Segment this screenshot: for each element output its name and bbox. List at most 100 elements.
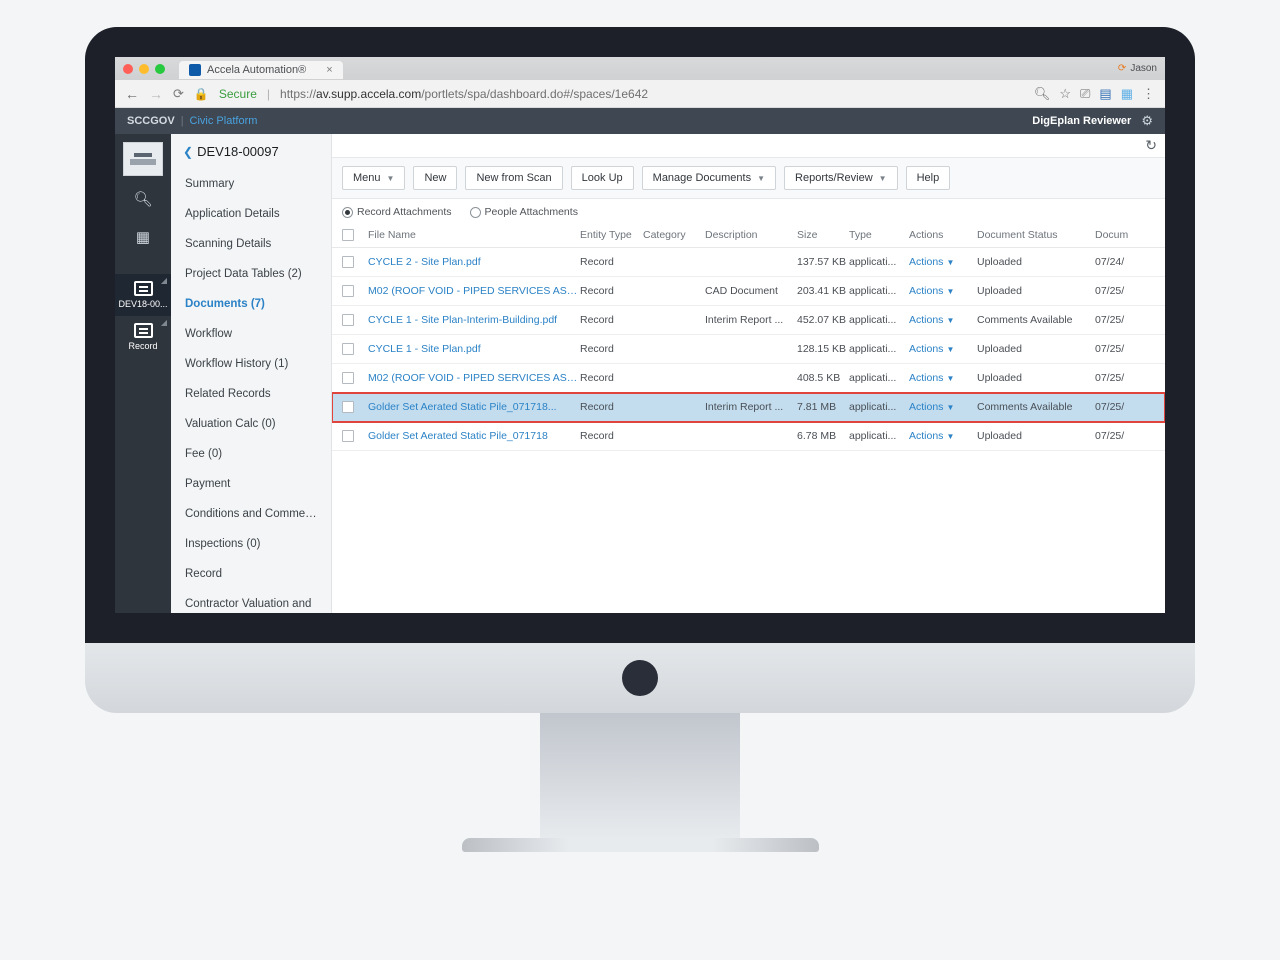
- back-chevron-icon[interactable]: ❮: [183, 145, 193, 159]
- profile-name: Jason: [1130, 63, 1157, 74]
- table-row[interactable]: Golder Set Aerated Static Pile_071718Rec…: [332, 422, 1165, 451]
- sync-icon: ⟳: [1118, 63, 1126, 74]
- row-actions-menu[interactable]: Actions▼: [909, 256, 977, 268]
- manage-documents-button[interactable]: Manage Documents▼: [642, 166, 776, 190]
- table-row[interactable]: CYCLE 1 - Site Plan-Interim-Building.pdf…: [332, 306, 1165, 335]
- col-category[interactable]: Category: [643, 229, 705, 241]
- reload-icon[interactable]: ⟳: [173, 86, 184, 102]
- sidebar-item[interactable]: Scanning Details: [171, 229, 331, 259]
- search-in-page-icon[interactable]: 🔍︎: [1034, 86, 1051, 102]
- gear-icon[interactable]: ⚙: [1141, 113, 1153, 129]
- new-button[interactable]: New: [413, 166, 457, 190]
- row-checkbox[interactable]: [342, 285, 354, 297]
- cast-icon[interactable]: ⎚: [1080, 86, 1090, 102]
- rail-search-icon[interactable]: 🔍︎: [115, 180, 171, 218]
- file-link[interactable]: M02 (ROOF VOID - PIPED SERVICES AS FI...: [368, 372, 580, 384]
- sidebar-item[interactable]: Workflow: [171, 319, 331, 349]
- row-actions-menu[interactable]: Actions▼: [909, 401, 977, 413]
- row-actions-menu[interactable]: Actions▼: [909, 430, 977, 442]
- sidebar-item[interactable]: Workflow History (1): [171, 349, 331, 379]
- new-from-scan-button[interactable]: New from Scan: [465, 166, 562, 190]
- file-link[interactable]: CYCLE 1 - Site Plan-Interim-Building.pdf: [368, 314, 580, 326]
- table-row[interactable]: M02 (ROOF VOID - PIPED SERVICES AS DE...…: [332, 277, 1165, 306]
- sidebar-item[interactable]: Application Details: [171, 199, 331, 229]
- file-link[interactable]: Golder Set Aerated Static Pile_071718: [368, 430, 580, 442]
- sidebar-item[interactable]: Record: [171, 559, 331, 589]
- row-actions-menu[interactable]: Actions▼: [909, 372, 977, 384]
- sidebar-item[interactable]: Documents (7): [171, 289, 331, 319]
- sidebar-item[interactable]: Summary: [171, 169, 331, 199]
- col-file[interactable]: File Name: [368, 229, 580, 241]
- table-row[interactable]: CYCLE 1 - Site Plan.pdfRecord128.15 KBap…: [332, 335, 1165, 364]
- extension-icon[interactable]: ▤: [1099, 86, 1111, 102]
- table-row[interactable]: M02 (ROOF VOID - PIPED SERVICES AS FI...…: [332, 364, 1165, 393]
- row-checkbox[interactable]: [342, 314, 354, 326]
- col-actions[interactable]: Actions: [909, 229, 977, 241]
- rail-card-record-1[interactable]: ◢ DEV18-00...: [115, 274, 171, 316]
- row-checkbox[interactable]: [342, 256, 354, 268]
- document-icon: [134, 281, 153, 296]
- record-sidebar: ❮ DEV18-00097 SummaryApplication Details…: [171, 134, 332, 613]
- lookup-button[interactable]: Look Up: [571, 166, 634, 190]
- window-traffic-lights[interactable]: [123, 64, 165, 74]
- table-row[interactable]: Golder Set Aerated Static Pile_071718...…: [332, 393, 1165, 422]
- row-checkbox[interactable]: [342, 343, 354, 355]
- row-checkbox[interactable]: [342, 430, 354, 442]
- file-link[interactable]: M02 (ROOF VOID - PIPED SERVICES AS DE...: [368, 285, 580, 297]
- sidebar-item[interactable]: Contractor Valuation and: [171, 589, 331, 613]
- row-checkbox[interactable]: [342, 401, 354, 413]
- menu-button[interactable]: Menu▼: [342, 166, 405, 190]
- menu-overflow-icon[interactable]: ⋮: [1142, 86, 1155, 102]
- reports-review-button[interactable]: Reports/Review▼: [784, 166, 898, 190]
- row-checkbox[interactable]: [342, 372, 354, 384]
- file-link[interactable]: CYCLE 1 - Site Plan.pdf: [368, 343, 580, 355]
- browser-profile[interactable]: ⟳ Jason: [1118, 63, 1157, 74]
- platform-link[interactable]: Civic Platform: [190, 115, 258, 127]
- select-all-checkbox[interactable]: [342, 229, 354, 241]
- help-button[interactable]: Help: [906, 166, 951, 190]
- maximize-window-icon[interactable]: [155, 64, 165, 74]
- minimize-window-icon[interactable]: [139, 64, 149, 74]
- table-row[interactable]: CYCLE 2 - Site Plan.pdfRecord137.57 KBap…: [332, 248, 1165, 277]
- extension2-icon[interactable]: ▦: [1121, 86, 1133, 102]
- record-id: DEV18-00097: [197, 144, 279, 159]
- sidebar-item[interactable]: Related Records: [171, 379, 331, 409]
- col-type[interactable]: Type: [849, 229, 909, 241]
- back-icon[interactable]: ←: [125, 86, 139, 102]
- close-window-icon[interactable]: [123, 64, 133, 74]
- rail-card-record-2[interactable]: ◢ Record: [115, 316, 171, 358]
- sidebar-item[interactable]: Valuation Calc (0): [171, 409, 331, 439]
- status-cell: Uploaded: [977, 343, 1095, 355]
- refresh-icon[interactable]: ↻: [1145, 137, 1157, 154]
- url-display[interactable]: https://av.supp.accela.com/portlets/spa/…: [280, 87, 648, 101]
- forward-icon[interactable]: →: [149, 86, 163, 102]
- row-actions-menu[interactable]: Actions▼: [909, 343, 977, 355]
- browser-address-bar: ← → ⟳ 🔒 Secure | https://av.supp.accela.…: [115, 80, 1165, 108]
- people-attachments-radio[interactable]: People Attachments: [470, 206, 578, 218]
- row-actions-menu[interactable]: Actions▼: [909, 314, 977, 326]
- col-description[interactable]: Description: [705, 229, 797, 241]
- sidebar-item[interactable]: Conditions and Comments (0): [171, 499, 331, 529]
- sidebar-item[interactable]: Inspections (0): [171, 529, 331, 559]
- browser-tab[interactable]: Accela Automation® ×: [179, 61, 343, 79]
- col-entity[interactable]: Entity Type: [580, 229, 643, 241]
- sidebar-item[interactable]: Project Data Tables (2): [171, 259, 331, 289]
- rail-home-icon[interactable]: [123, 142, 163, 176]
- col-date[interactable]: Docum: [1095, 229, 1143, 241]
- close-tab-icon[interactable]: ×: [326, 64, 332, 76]
- table-header-row: File Name Entity Type Category Descripti…: [332, 222, 1165, 248]
- file-link[interactable]: CYCLE 2 - Site Plan.pdf: [368, 256, 580, 268]
- rail-apps-icon[interactable]: ▦: [115, 218, 171, 256]
- row-actions-menu[interactable]: Actions▼: [909, 285, 977, 297]
- file-link[interactable]: Golder Set Aerated Static Pile_071718...: [368, 401, 580, 413]
- col-status[interactable]: Document Status: [977, 229, 1095, 241]
- date-cell: 07/25/: [1095, 285, 1143, 297]
- sidebar-item[interactable]: Fee (0): [171, 439, 331, 469]
- record-attachments-radio[interactable]: Record Attachments: [342, 206, 452, 218]
- type-cell: applicati...: [849, 343, 909, 355]
- rail-card-label: DEV18-00...: [115, 299, 171, 309]
- sidebar-item[interactable]: Payment: [171, 469, 331, 499]
- col-size[interactable]: Size: [797, 229, 849, 241]
- record-id-header[interactable]: ❮ DEV18-00097: [171, 134, 331, 169]
- bookmark-icon[interactable]: ☆: [1059, 86, 1071, 102]
